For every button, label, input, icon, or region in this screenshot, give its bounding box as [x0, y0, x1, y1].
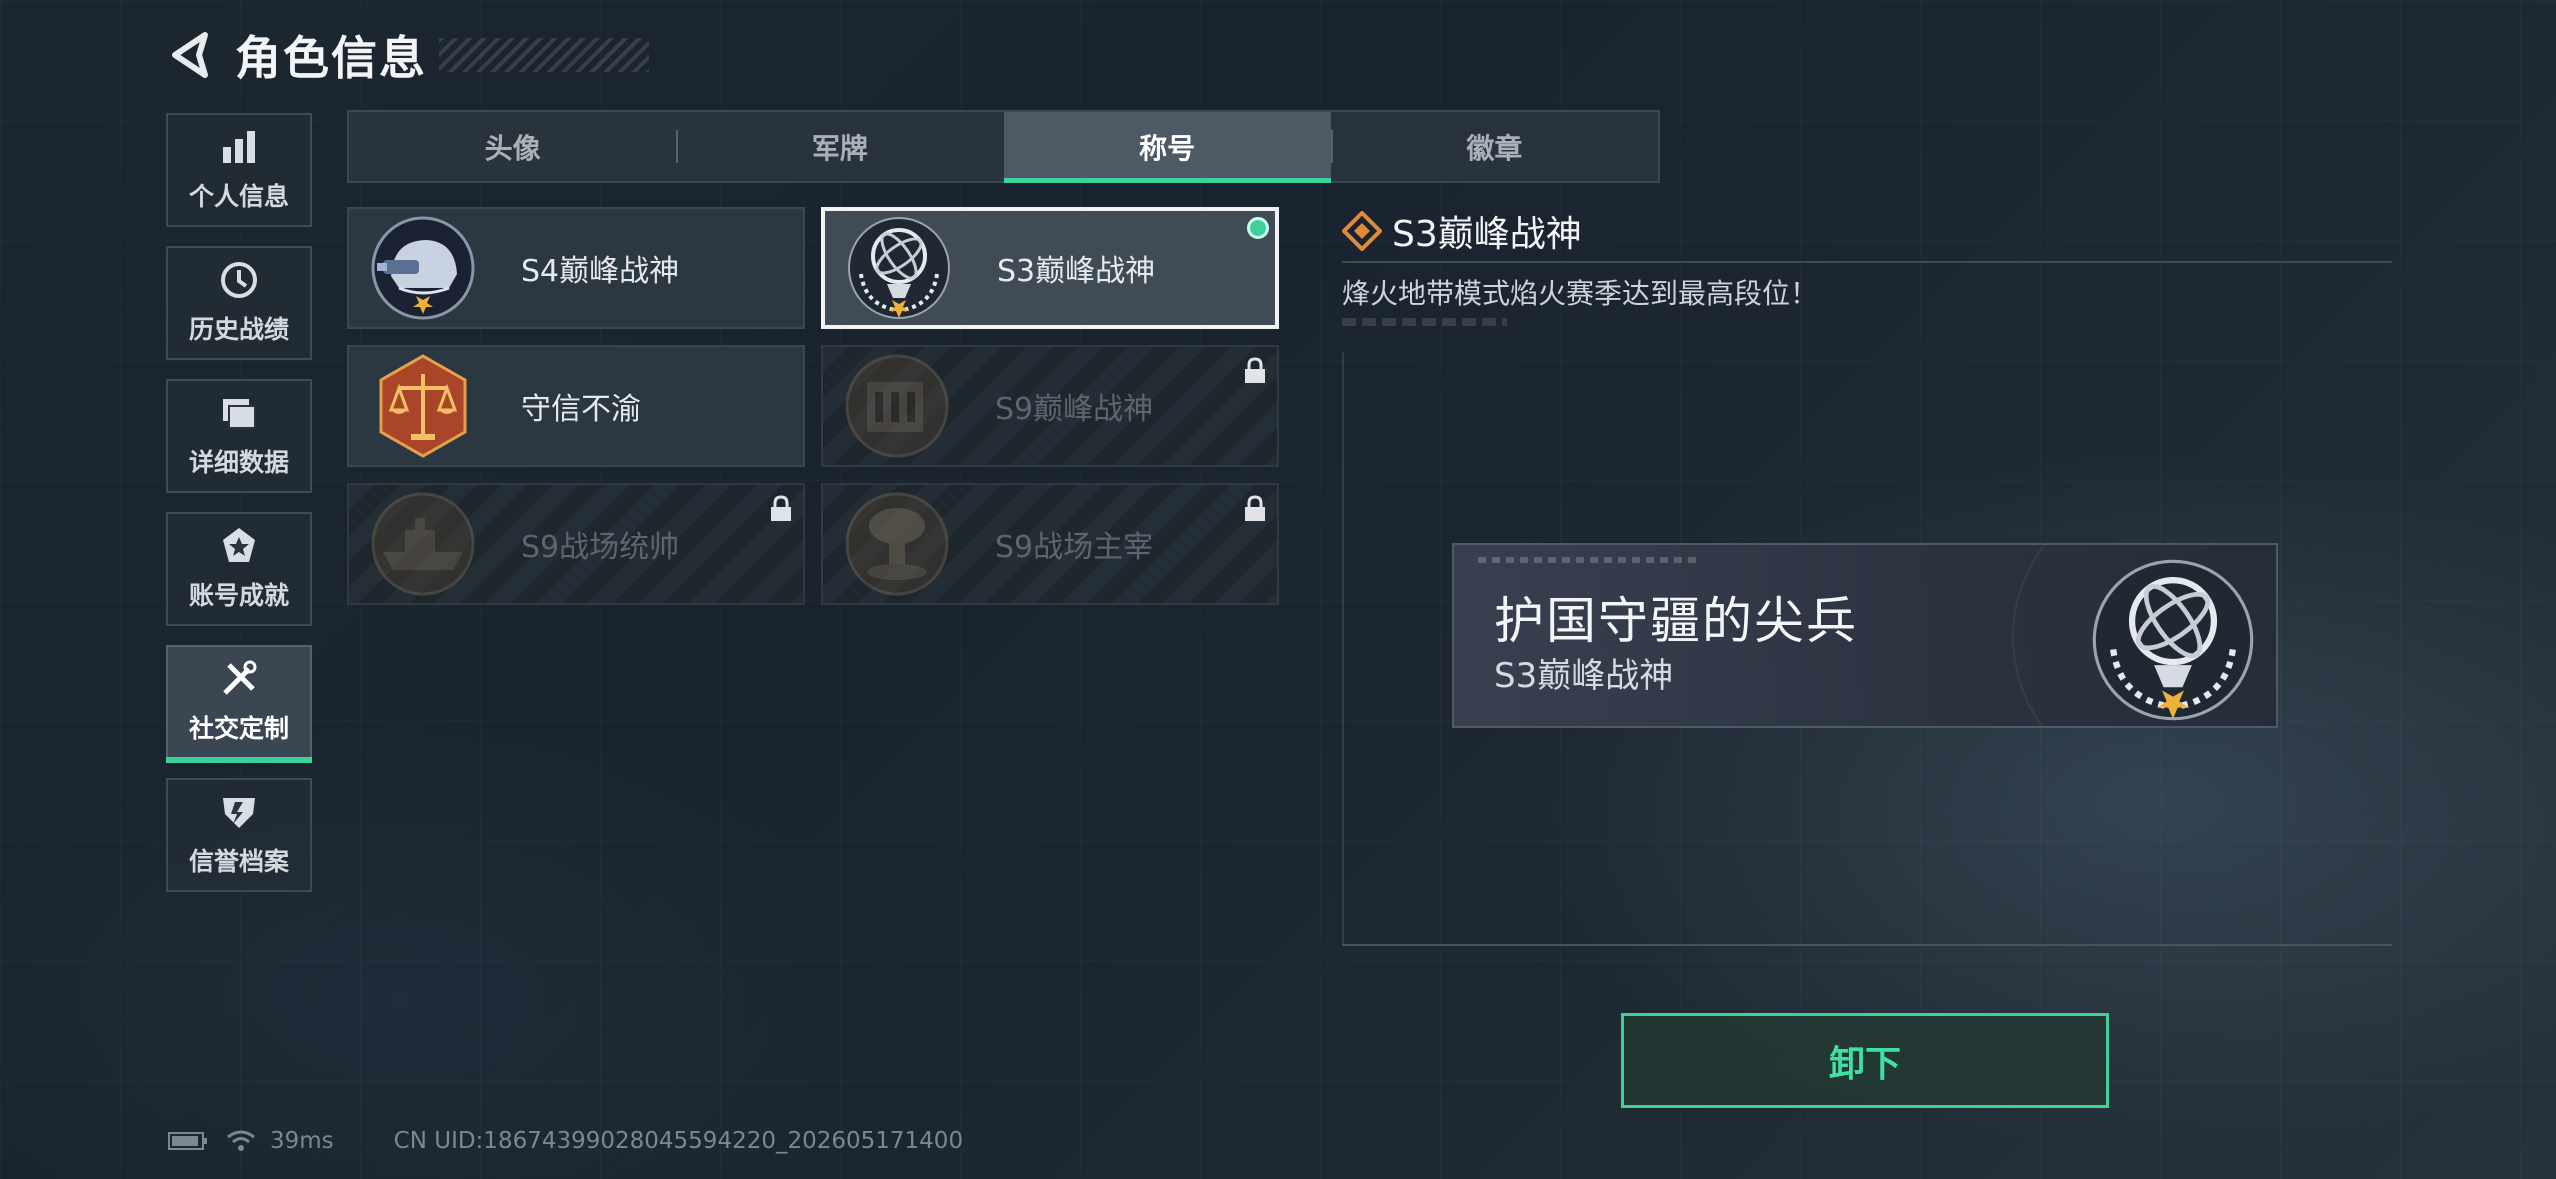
- shield-icon: [223, 798, 255, 828]
- detail-title: S3巅峰战神: [1392, 214, 1582, 255]
- sidebar-item-label: 社交定制: [188, 714, 289, 743]
- sidebar-item-label: 历史战绩: [188, 315, 289, 344]
- page-header: 角色信息: [165, 22, 649, 88]
- tab-dog-tag[interactable]: 军牌: [676, 112, 1003, 181]
- helmet-emblem-icon: [371, 216, 475, 320]
- status-bar: 39ms CN UID:18674399028045594220_2026051…: [168, 1128, 963, 1154]
- title-card[interactable]: S4巅峰战神: [347, 207, 805, 329]
- title-decoration: [439, 38, 649, 72]
- scales-emblem-icon: [379, 354, 467, 458]
- title-name: S4巅峰战神: [521, 254, 680, 289]
- title-card[interactable]: 守信不渝: [347, 345, 805, 467]
- title-name: S9战场主宰: [995, 530, 1154, 565]
- armillary-emblem-icon: [848, 217, 950, 319]
- category-tabs: 头像 军牌 称号 徽章: [347, 110, 1660, 183]
- fortress-emblem-icon: [845, 354, 949, 458]
- tab-badge[interactable]: 徽章: [1330, 112, 1658, 181]
- tab-title[interactable]: 称号: [1003, 112, 1332, 183]
- armillary-emblem-icon: [2092, 559, 2254, 721]
- clock-icon: [221, 262, 257, 298]
- sidebar-item-achievements[interactable]: 账号成就: [166, 512, 312, 626]
- preview-main-text: 护国守疆的尖兵: [1494, 592, 1858, 650]
- tab-avatar[interactable]: 头像: [349, 112, 676, 181]
- ship-emblem-icon: [371, 492, 475, 596]
- lock-icon: [1245, 495, 1265, 521]
- bar-chart-icon: [223, 131, 255, 163]
- lock-icon: [771, 495, 791, 521]
- star-badge-icon: [223, 528, 255, 562]
- title-card-selected[interactable]: S3巅峰战神: [821, 207, 1279, 329]
- detail-header: S3巅峰战神: [1342, 205, 1582, 257]
- preview-sub-text: S3巅峰战神: [1494, 656, 1674, 696]
- wifi-icon: [227, 1130, 255, 1151]
- title-card-locked[interactable]: S9巅峰战神: [821, 345, 1279, 467]
- title-card-locked[interactable]: S9战场统帅: [347, 483, 805, 605]
- sidebar-item-label: 详细数据: [188, 448, 289, 477]
- equipped-indicator: [1247, 217, 1269, 239]
- page-title: 角色信息: [235, 31, 427, 85]
- folder-icon: [223, 399, 256, 429]
- user-uid: CN UID:18674399028045594220_202605171400: [393, 1128, 964, 1154]
- divider: [1342, 944, 2392, 946]
- diamond-icon: [1342, 211, 1382, 251]
- ping-value: 39ms: [270, 1128, 334, 1154]
- lock-icon: [1245, 357, 1265, 383]
- tools-icon: [223, 660, 257, 695]
- title-preview-banner: 护国守疆的尖兵 S3巅峰战神: [1452, 543, 2278, 728]
- detail-description: 烽火地带模式焰火赛季达到最高段位！: [1342, 277, 1819, 310]
- sidebar-item-label: 信誉档案: [188, 847, 289, 876]
- sidebar-item-social-customize[interactable]: 社交定制: [166, 645, 312, 763]
- detail-decoration: [1342, 318, 1507, 326]
- mushroom-cloud-emblem-icon: [845, 492, 949, 596]
- divider: [1342, 261, 2392, 263]
- title-name: S9战场统帅: [521, 530, 680, 565]
- title-name: 守信不渝: [521, 392, 641, 427]
- sidebar-item-history[interactable]: 历史战绩: [166, 246, 312, 360]
- sidebar: 个人信息 历史战绩 详细数据 账号成就 社交定制 信誉档案: [166, 113, 316, 911]
- sidebar-item-credit-record[interactable]: 信誉档案: [166, 778, 312, 892]
- banner-decoration: [1478, 557, 1698, 563]
- title-name: S3巅峰战神: [997, 254, 1156, 289]
- title-card-locked[interactable]: S9战场主宰: [821, 483, 1279, 605]
- sidebar-item-personal-info[interactable]: 个人信息: [166, 113, 312, 227]
- unequip-button[interactable]: 卸下: [1621, 1013, 2109, 1108]
- battery-icon: [168, 1132, 207, 1150]
- sidebar-item-label: 账号成就: [188, 581, 289, 610]
- title-name: S9巅峰战神: [995, 392, 1154, 427]
- sidebar-item-label: 个人信息: [188, 182, 289, 211]
- back-arrow-icon[interactable]: [165, 29, 213, 81]
- sidebar-item-detailed-data[interactable]: 详细数据: [166, 379, 312, 493]
